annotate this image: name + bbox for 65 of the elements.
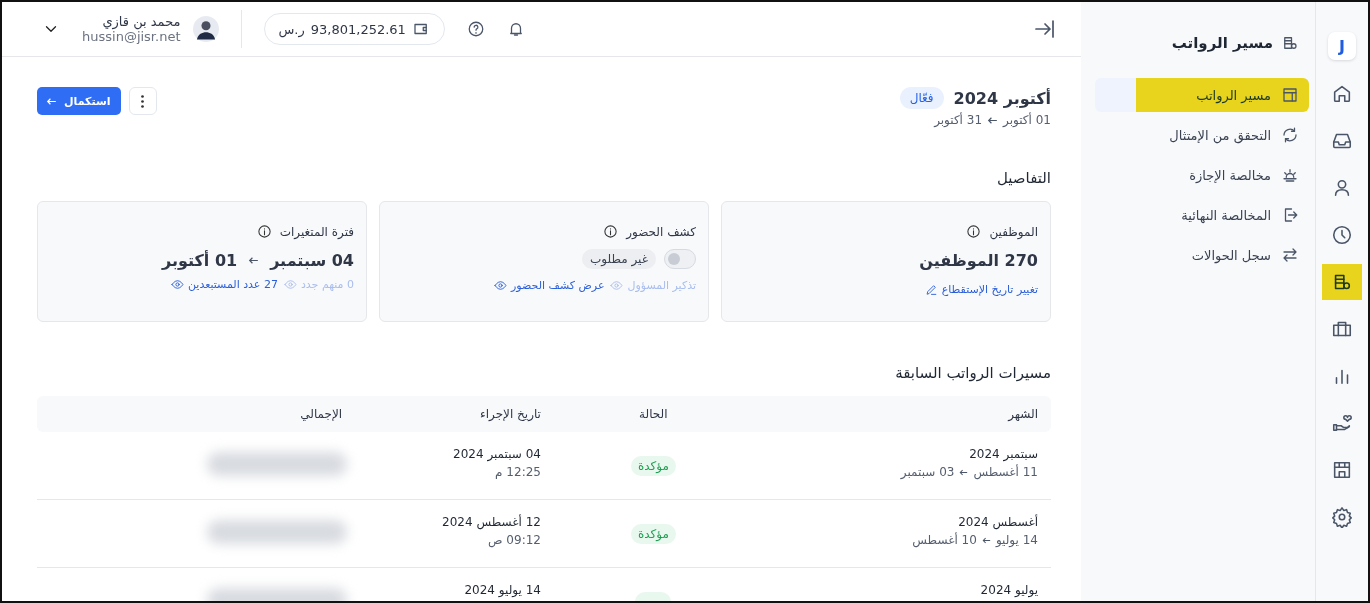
range-end: 03 سبتمبر bbox=[900, 465, 955, 479]
table-icon bbox=[1281, 86, 1299, 104]
range-start: 14 يوليو bbox=[995, 533, 1038, 547]
column-header: الحالة bbox=[638, 407, 669, 421]
swap-arrows-icon bbox=[1281, 246, 1299, 264]
status-badge: فعّال bbox=[899, 87, 944, 109]
action-date: 12 أغسطس 2024 bbox=[442, 515, 541, 529]
range-end: 10 أغسطس bbox=[912, 533, 977, 547]
pencil-icon bbox=[924, 283, 938, 296]
sidebar-item[interactable]: المخالصة النهائية bbox=[1095, 198, 1309, 232]
card-title: فترة المتغيرات bbox=[279, 224, 354, 239]
collapse-icon[interactable] bbox=[1033, 17, 1057, 41]
sidebar-title: مسير الرواتب bbox=[1171, 34, 1273, 52]
column-header: تاريخ الإجراء bbox=[479, 407, 542, 421]
status-tag: غير مطلوب bbox=[581, 249, 656, 269]
sidebar-item[interactable]: مخالصة الإجازة bbox=[1095, 158, 1309, 192]
date-to: 31 أكتوبر bbox=[934, 113, 983, 127]
date-from: 01 أكتوبر bbox=[1003, 113, 1051, 127]
more-icon bbox=[141, 94, 145, 108]
section-title: التفاصيل bbox=[995, 169, 1051, 187]
user-name: محمد بن قازي bbox=[102, 14, 181, 29]
view-link[interactable]: عرض كشف الحضور bbox=[494, 279, 605, 292]
coins-icon[interactable] bbox=[1322, 264, 1362, 300]
section-title: مسيرات الرواتب السابقة bbox=[894, 364, 1051, 382]
month-cell: أغسطس 2024 bbox=[958, 515, 1038, 529]
continue-button[interactable]: استكمال bbox=[37, 87, 121, 115]
period-end: 01 أكتوبر bbox=[162, 251, 238, 270]
sidebar-item[interactable]: التحقق من الإمتثال bbox=[1095, 118, 1309, 152]
month-cell: سبتمبر 2024 bbox=[969, 447, 1038, 461]
status-tag: مؤكدة bbox=[630, 456, 676, 476]
info-icon[interactable] bbox=[603, 224, 619, 239]
eye-icon bbox=[283, 278, 297, 291]
user-email: hussin@jisr.net bbox=[82, 29, 181, 44]
change-date-link[interactable]: تغيير تاريخ الإستقطاع bbox=[924, 283, 1038, 296]
refresh-icon bbox=[1281, 126, 1299, 144]
action-time: 09:12 ص bbox=[488, 533, 541, 547]
sidebar-item[interactable]: مسير الرواتب bbox=[1095, 78, 1309, 112]
action-time: 12:25 م bbox=[495, 465, 541, 479]
excluded-link[interactable]: 27 عدد المستبعدين bbox=[170, 278, 278, 291]
info-icon[interactable] bbox=[966, 224, 982, 239]
status-tag: مؤكدة bbox=[630, 524, 676, 544]
avatar bbox=[192, 16, 219, 42]
range-start: 11 أغسطس bbox=[973, 465, 1038, 479]
card-title: كشف الحضور bbox=[626, 224, 696, 239]
column-header: الشهر bbox=[1006, 407, 1039, 421]
help-icon[interactable] bbox=[466, 20, 485, 38]
column-header: الإجمالي bbox=[299, 407, 344, 421]
action-date: 14 يوليو 2024 bbox=[464, 583, 541, 597]
card-title: الموظفين bbox=[989, 224, 1038, 239]
period-start: 04 سبتمبر bbox=[270, 251, 354, 270]
sidebar-item[interactable]: سجل الحوالات bbox=[1095, 238, 1309, 272]
eye-icon bbox=[610, 279, 624, 292]
card-value: 270 الموظفين bbox=[918, 251, 1038, 270]
eye-icon bbox=[494, 279, 508, 292]
toggle-switch[interactable] bbox=[664, 249, 696, 269]
info-icon[interactable] bbox=[256, 224, 272, 239]
coins-icon bbox=[1281, 34, 1299, 52]
action-date: 04 سبتمبر 2024 bbox=[453, 447, 541, 461]
currency: ر.س bbox=[278, 21, 305, 37]
sunrise-icon bbox=[1281, 166, 1299, 184]
page-title: أكتوبر 2024 bbox=[953, 88, 1051, 108]
balance-amount: 93,801,252.61 bbox=[310, 21, 406, 37]
eye-icon bbox=[170, 278, 184, 291]
app-logo[interactable]: J bbox=[1328, 32, 1356, 60]
month-cell: يوليو 2024 bbox=[980, 583, 1038, 597]
